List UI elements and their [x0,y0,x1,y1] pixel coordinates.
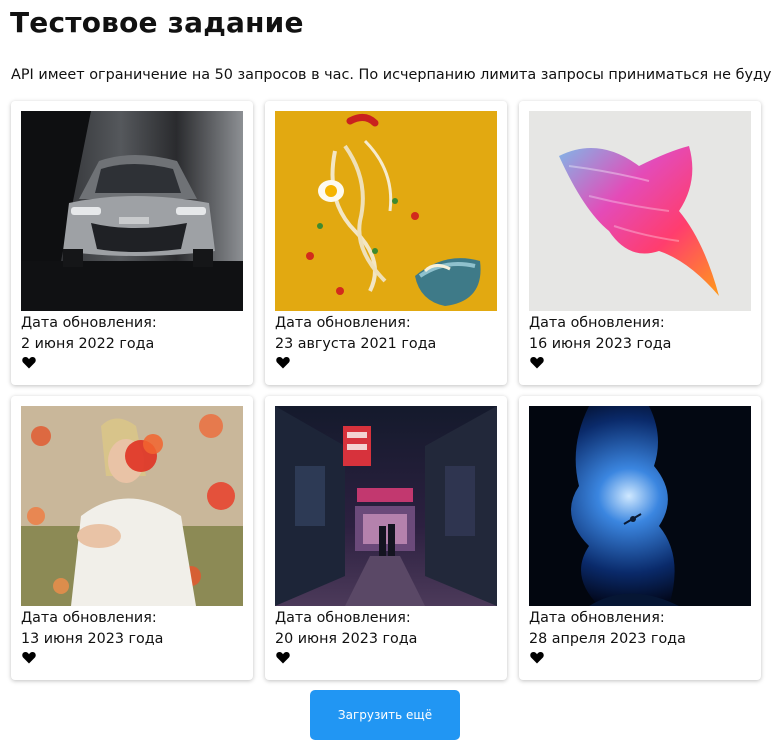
heart-icon[interactable] [22,651,36,664]
update-date-label: Дата обновления: [529,315,665,331]
update-date-label: Дата обновления: [21,610,157,626]
heart-icon[interactable] [276,651,290,664]
update-date-value: 2 июня 2022 года [21,336,155,352]
heart-icon[interactable] [530,356,544,369]
page: Тестовое задание API имеет ограничение н… [0,0,771,751]
photo-food[interactable] [275,111,497,311]
api-limit-notice: API имеет ограничение на 50 запросов в ч… [11,67,771,83]
photo-street[interactable] [275,406,497,606]
photo-underwater[interactable] [529,406,751,606]
update-date-label: Дата обновления: [275,315,411,331]
photo-car[interactable] [21,111,243,311]
load-more-button[interactable]: Загрузить ещё [310,690,460,740]
update-date-value: 16 июня 2023 года [529,336,672,352]
photo-grid: Дата обновления: 2 июня 2022 года Дата о… [11,101,761,680]
photo-card[interactable]: Дата обновления: 20 июня 2023 года [265,396,507,680]
update-date-value: 20 июня 2023 года [275,631,418,647]
heart-icon[interactable] [530,651,544,664]
photo-card[interactable]: Дата обновления: 23 августа 2021 года [265,101,507,385]
photo-card[interactable]: Дата обновления: 28 апреля 2023 года [519,396,761,680]
update-date-value: 13 июня 2023 года [21,631,164,647]
update-date-value: 23 августа 2021 года [275,336,437,352]
photo-abstract[interactable] [529,111,751,311]
update-date-label: Дата обновления: [21,315,157,331]
photo-card[interactable]: Дата обновления: 2 июня 2022 года [11,101,253,385]
photo-card[interactable]: Дата обновления: 13 июня 2023 года [11,396,253,680]
heart-icon[interactable] [276,356,290,369]
update-date-value: 28 апреля 2023 года [529,631,686,647]
heart-icon[interactable] [22,356,36,369]
page-title: Тестовое задание [10,6,304,39]
update-date-label: Дата обновления: [529,610,665,626]
photo-card[interactable]: Дата обновления: 16 июня 2023 года [519,101,761,385]
update-date-label: Дата обновления: [275,610,411,626]
photo-flowers[interactable] [21,406,243,606]
